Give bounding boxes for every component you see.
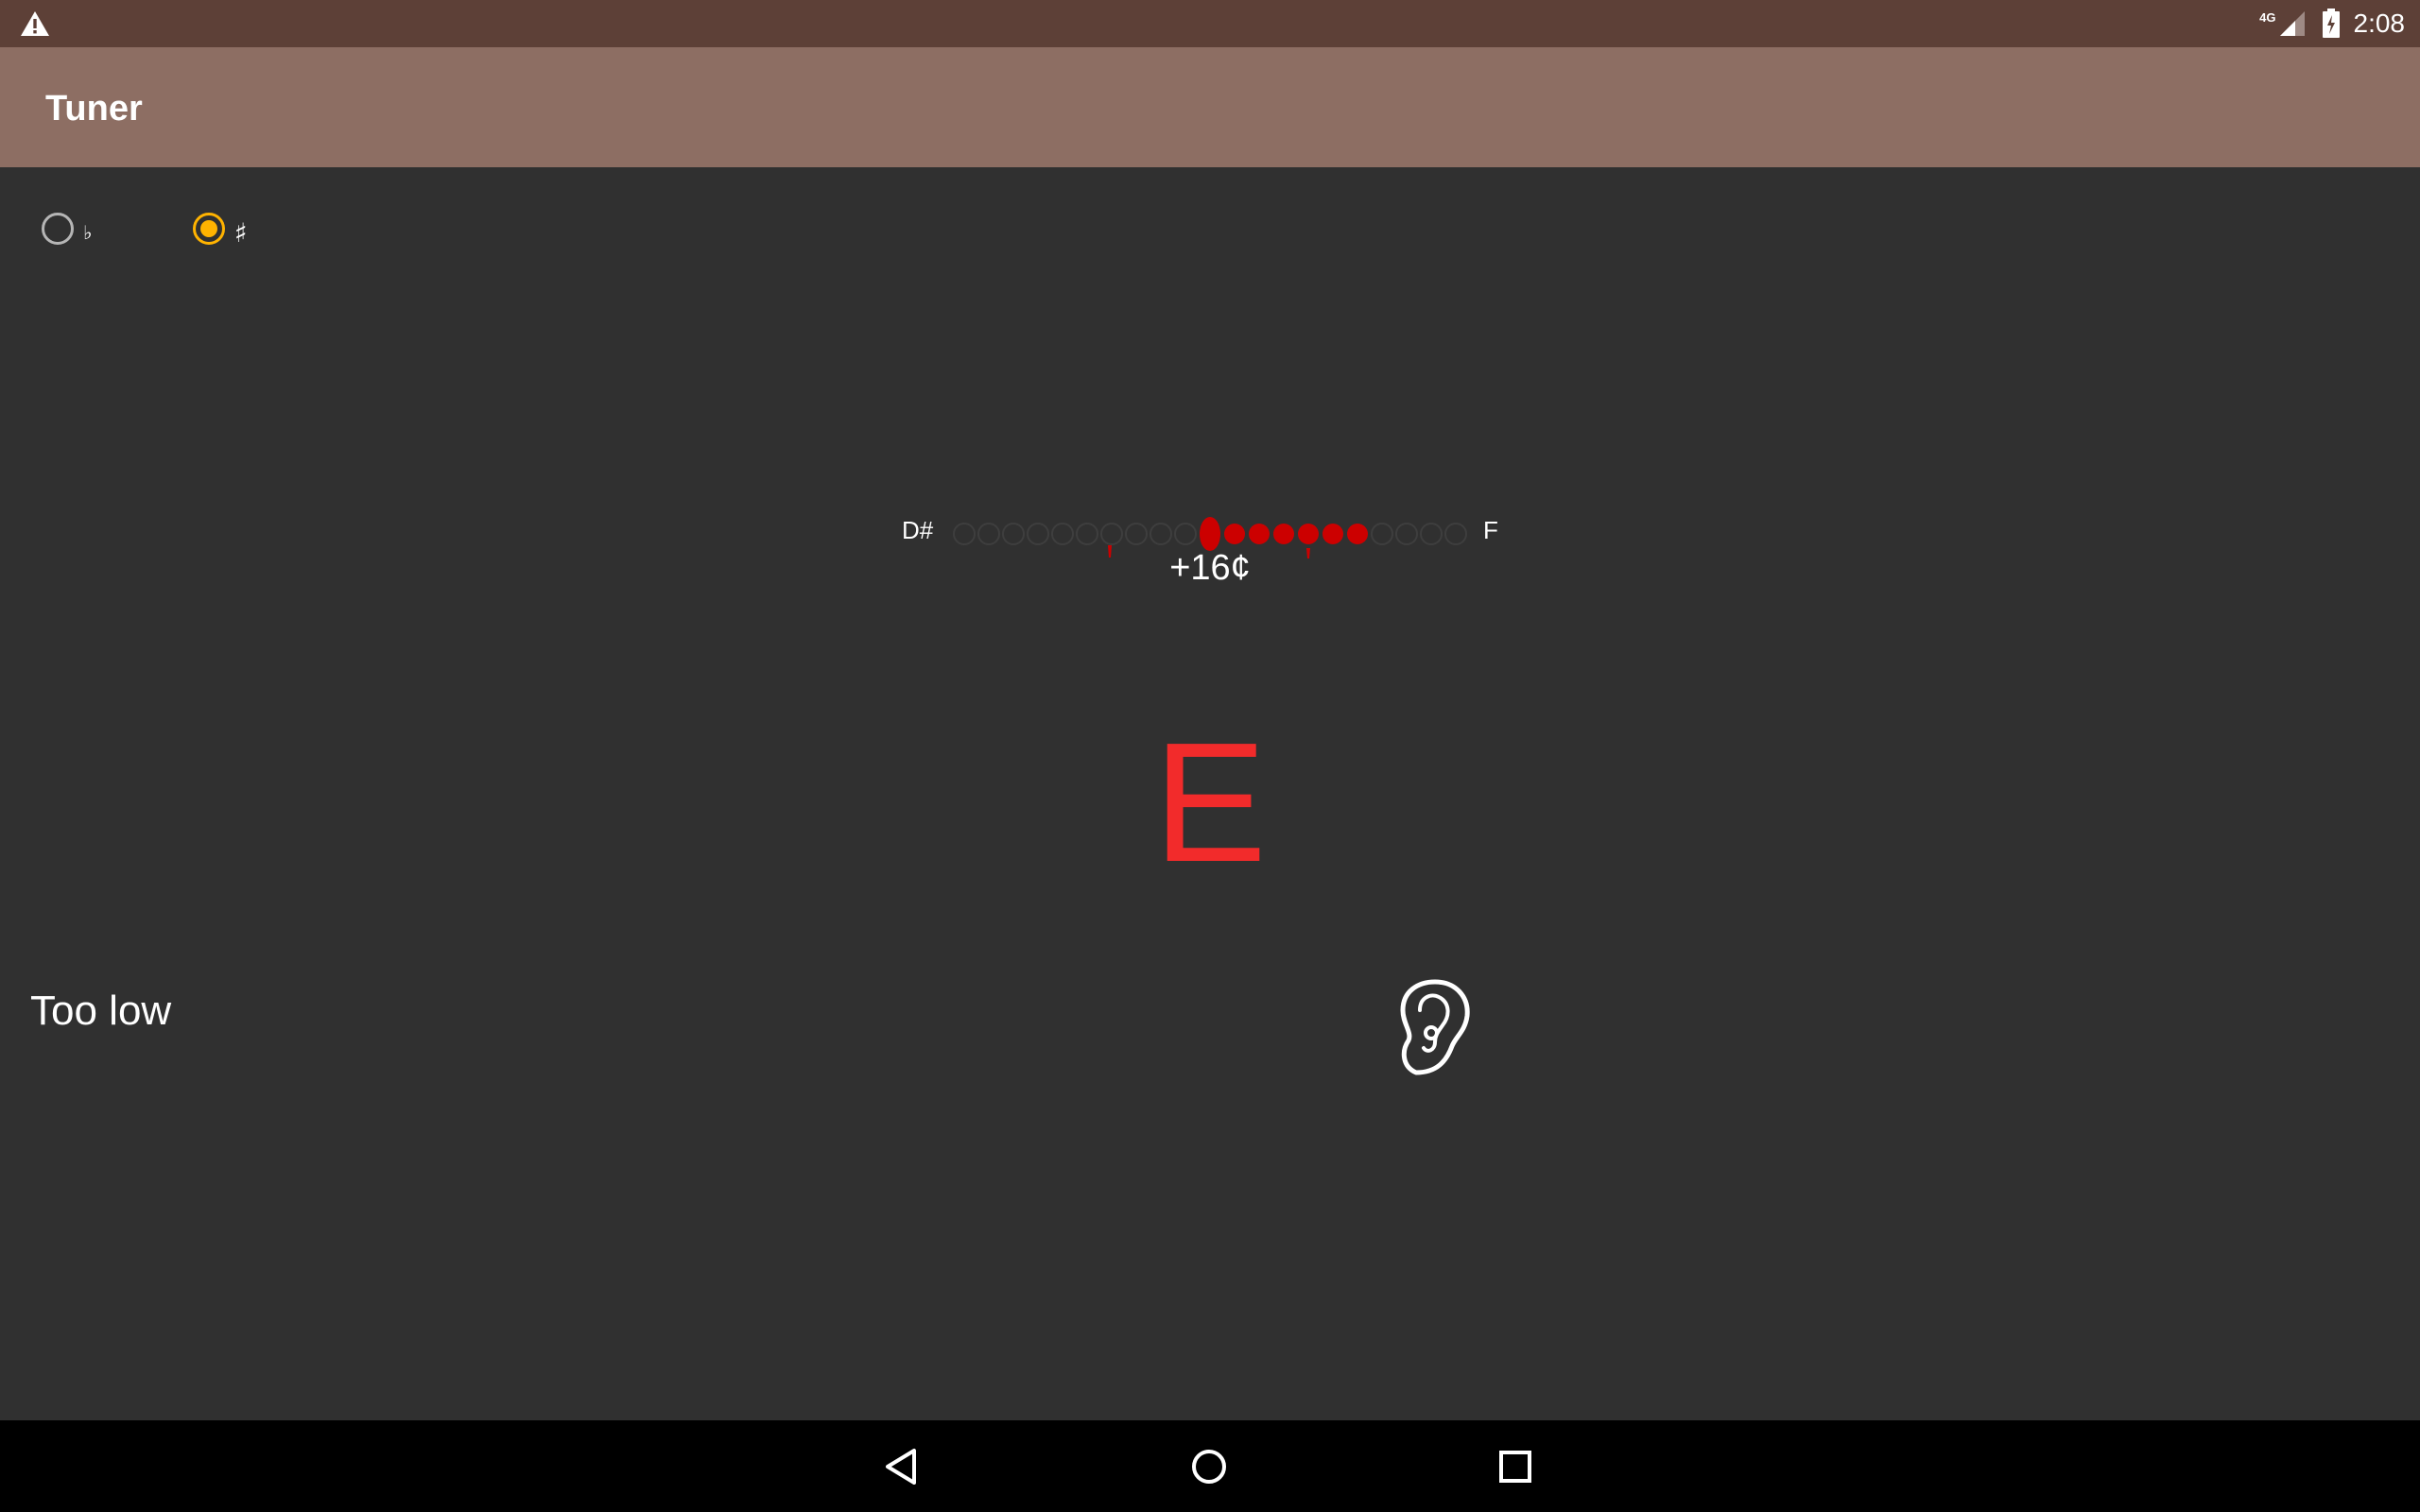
meter-marker: [1306, 548, 1310, 558]
meter-dot: [1027, 523, 1049, 545]
meter-dot: [977, 523, 1000, 545]
recents-icon[interactable]: [1492, 1443, 1539, 1490]
meter-dot: [1444, 523, 1467, 545]
network-type: 4G: [2259, 9, 2276, 25]
meter-dot: [1100, 523, 1123, 545]
status-bar: 4G 2:08: [0, 0, 2420, 47]
meter-dot: [1347, 524, 1368, 544]
meter-marker: [1108, 545, 1112, 558]
back-icon[interactable]: [879, 1443, 926, 1490]
cents-offset: +16¢: [1169, 548, 1251, 588]
meter-dot: [1150, 523, 1172, 545]
upper-note-label: F: [1483, 516, 1498, 544]
meter-dot: [1298, 524, 1319, 544]
navigation-bar: [0, 1420, 2420, 1512]
sharp-radio-circle[interactable]: [193, 213, 225, 245]
sharp-notation-radio[interactable]: ♯: [193, 210, 248, 249]
meter-dot: [1174, 523, 1197, 545]
battery-charging-icon: [2322, 9, 2340, 38]
meter-dot: [1273, 524, 1294, 544]
meter-dot: [1322, 524, 1343, 544]
lower-note-label: D#: [902, 516, 934, 544]
detected-note: E: [1152, 708, 1268, 898]
app-bar: Tuner: [0, 47, 2420, 167]
meter-dot: [953, 523, 976, 545]
meter-dot: [1420, 523, 1443, 545]
tuning-status: Too low: [30, 988, 172, 1034]
meter-dot: [1395, 523, 1418, 545]
radio-selected-dot: [200, 220, 217, 237]
meter-dot: [1002, 523, 1025, 545]
status-icons: 4G 2:08: [2259, 8, 2405, 40]
meter-needle: [1200, 517, 1220, 551]
ear-icon[interactable]: [1397, 978, 1473, 1078]
flat-radio-label: ♭: [83, 221, 93, 244]
app-title: Tuner: [45, 89, 143, 129]
meter-dot: [1076, 523, 1098, 545]
sharp-radio-label: ♯: [234, 216, 248, 249]
meter-dot: [1051, 523, 1074, 545]
meter-dot: [1224, 524, 1245, 544]
home-icon[interactable]: [1185, 1443, 1233, 1490]
meter-dot: [1125, 523, 1148, 545]
flat-radio-circle[interactable]: [42, 213, 74, 245]
flat-notation-radio[interactable]: ♭: [42, 210, 92, 248]
meter-dot: [1371, 523, 1393, 545]
signal-icon: [2279, 11, 2305, 36]
clock: 2:08: [2353, 9, 2406, 38]
meter-dot: [1249, 524, 1270, 544]
warning-icon: [21, 11, 49, 36]
